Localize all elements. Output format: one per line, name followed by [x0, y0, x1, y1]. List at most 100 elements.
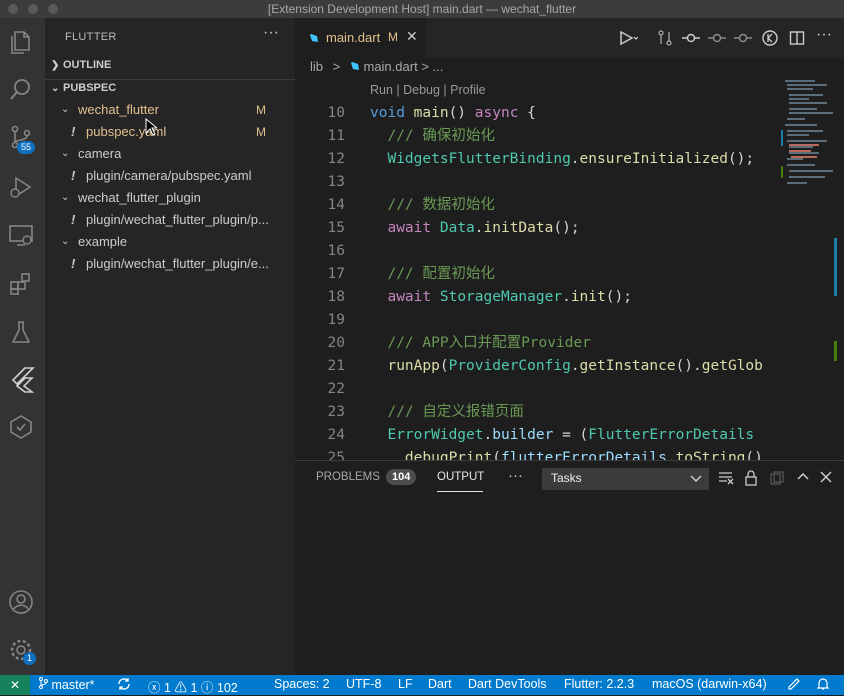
account-icon[interactable]: [7, 588, 37, 618]
code-token: /// 自定义报错页面: [370, 404, 524, 420]
code-text: /// 确保初始化: [370, 125, 494, 148]
breadcrumb-symbol[interactable]: > ...: [421, 59, 443, 74]
remote-explorer-icon[interactable]: [7, 221, 37, 251]
indentation-status[interactable]: Spaces: 2: [274, 677, 330, 691]
minimap[interactable]: [781, 76, 837, 246]
code-line[interactable]: 11 /// 确保初始化: [295, 125, 775, 148]
panel-more-actions[interactable]: ···: [508, 467, 523, 484]
feedback-icon[interactable]: [787, 677, 801, 694]
split-editor-icon[interactable]: [789, 30, 805, 46]
tab-problems[interactable]: PROBLEMS: [316, 471, 380, 483]
maximize-panel-icon[interactable]: [797, 471, 809, 483]
code-line[interactable]: 10 void main() async {: [295, 102, 775, 125]
code-token: ();: [553, 220, 580, 236]
tree-item-example[interactable]: ⌄ example: [45, 231, 295, 253]
code-line[interactable]: 13: [295, 171, 775, 194]
lock-scroll-icon[interactable]: [744, 470, 758, 486]
code-token: await: [387, 220, 432, 236]
code-token: void: [370, 105, 405, 121]
dart-devtools-status[interactable]: Dart DevTools: [468, 677, 547, 691]
search-icon[interactable]: [7, 76, 37, 106]
tree-item-camera[interactable]: ⌄ camera: [45, 143, 295, 165]
remote-indicator-icon[interactable]: ✕: [0, 675, 30, 695]
eol-status[interactable]: LF: [398, 677, 413, 691]
pubspec-section-header[interactable]: ⌄ PUBSPEC: [51, 82, 116, 94]
run-debug-icon[interactable]: [7, 173, 37, 203]
code-line[interactable]: 24 ErrorWidget.builder = (FlutterErrorDe…: [295, 424, 775, 447]
code-line[interactable]: 20 /// APP入口并配置Provider: [295, 332, 775, 355]
editor-more-actions[interactable]: ···: [816, 26, 832, 44]
toggle-blame-icon[interactable]: [762, 30, 778, 46]
code-text: /// 数据初始化: [370, 194, 494, 217]
sync-icon[interactable]: [117, 677, 131, 694]
code-text: debugPrint(flutterErrorDetails.toString(…: [370, 447, 763, 460]
tab-main-dart[interactable]: main.dart M ✕: [295, 18, 426, 58]
code-line[interactable]: 12 WidgetsFlutterBinding.ensureInitializ…: [295, 148, 775, 171]
code-line[interactable]: 25 debugPrint(flutterErrorDetails.toStri…: [295, 447, 775, 460]
previous-revision-icon[interactable]: [707, 30, 727, 46]
clear-output-icon[interactable]: [718, 471, 734, 485]
code-line[interactable]: 15 await Data.initData();: [295, 217, 775, 240]
line-number: 23: [327, 404, 345, 420]
close-panel-icon[interactable]: [820, 471, 832, 483]
code-line[interactable]: 17 /// 配置初始化: [295, 263, 775, 286]
language-mode-status[interactable]: Dart: [428, 677, 452, 691]
notifications-bell-icon[interactable]: [816, 677, 830, 694]
device-status[interactable]: macOS (darwin-x64): [652, 677, 767, 691]
go-to-commit-icon[interactable]: [681, 30, 701, 46]
output-channel-select[interactable]: Tasks: [542, 468, 709, 490]
code-token: main: [413, 105, 449, 121]
code-token: runApp: [387, 358, 440, 374]
branch-name: master*: [51, 678, 95, 692]
code-token: (): [745, 450, 763, 460]
code-token: ();: [605, 289, 632, 305]
sidebar: FLUTTER ··· ❯ OUTLINE ⌄ PUBSPEC ⌄ wechat_f…: [45, 18, 295, 675]
extensions-icon[interactable]: [7, 270, 37, 300]
code-line[interactable]: 14 /// 数据初始化: [295, 194, 775, 217]
open-log-icon[interactable]: [770, 471, 784, 485]
sidebar-more-actions[interactable]: ···: [263, 24, 279, 42]
flutter-version-status[interactable]: Flutter: 2.2.3: [564, 677, 634, 691]
codelens-run-debug-profile[interactable]: Run | Debug | Profile: [370, 83, 486, 97]
code-line[interactable]: 18 await StorageManager.init();: [295, 286, 775, 309]
branch-status[interactable]: master*: [38, 677, 95, 692]
problems-status[interactable]: ⓧ 1 ⚠ 1 ⓘ 102: [148, 677, 238, 696]
code-text: runApp(ProviderConfig.getInstance().getG…: [370, 355, 762, 378]
tree-item-wechat-flutter[interactable]: ⌄ wechat_flutter M: [45, 99, 295, 121]
code-line[interactable]: 19: [295, 309, 775, 332]
tree-item-plugin-pubspec[interactable]: ! plugin/wechat_flutter_plugin/p...: [45, 209, 295, 231]
tree-item-wechat-flutter-plugin[interactable]: ⌄ wechat_flutter_plugin: [45, 187, 295, 209]
outline-section-header[interactable]: ❯ OUTLINE: [51, 59, 111, 71]
open-changes-icon[interactable]: [657, 30, 673, 46]
code-line[interactable]: 23 /// 自定义报错页面: [295, 401, 775, 424]
code-line[interactable]: 21 runApp(ProviderConfig.getInstance().g…: [295, 355, 775, 378]
code-text: /// APP入口并配置Provider: [370, 332, 591, 355]
sidebar-title: FLUTTER: [65, 31, 117, 43]
code-line[interactable]: 22: [295, 378, 775, 401]
code-token: .: [666, 450, 676, 460]
breadcrumb-file[interactable]: main.dart: [363, 59, 417, 74]
code-token: {: [518, 105, 536, 121]
run-icon[interactable]: [618, 30, 638, 46]
line-number: 21: [327, 358, 345, 374]
tree-item-example-pubspec[interactable]: ! plugin/wechat_flutter_plugin/e...: [45, 253, 295, 275]
breadcrumb-folder[interactable]: lib: [310, 59, 323, 74]
source-control-icon[interactable]: 55: [7, 123, 37, 154]
encoding-status[interactable]: UTF-8: [346, 677, 381, 691]
next-revision-icon[interactable]: [733, 30, 753, 46]
info-icon: ⓘ: [200, 681, 214, 695]
close-tab-icon[interactable]: ✕: [406, 28, 418, 45]
tree-item-pubspec-yaml[interactable]: ! pubspec.yaml M: [45, 121, 295, 143]
pubspec-assist-icon[interactable]: [7, 413, 37, 443]
code-line[interactable]: 16: [295, 240, 775, 263]
window-title: [Extension Development Host] main.dart —…: [267, 2, 577, 16]
testing-icon[interactable]: [7, 318, 37, 348]
files-icon[interactable]: [7, 28, 37, 58]
tree-item-camera-pubspec[interactable]: ! plugin/camera/pubspec.yaml: [45, 165, 295, 187]
manage-gear-icon[interactable]: 1: [7, 636, 37, 666]
flutter-icon[interactable]: [7, 365, 37, 395]
tab-output[interactable]: OUTPUT: [437, 471, 484, 483]
code-token: /// APP入口并配置Provider: [370, 335, 591, 351]
section-divider: [45, 79, 295, 80]
line-number: 12: [327, 151, 345, 167]
